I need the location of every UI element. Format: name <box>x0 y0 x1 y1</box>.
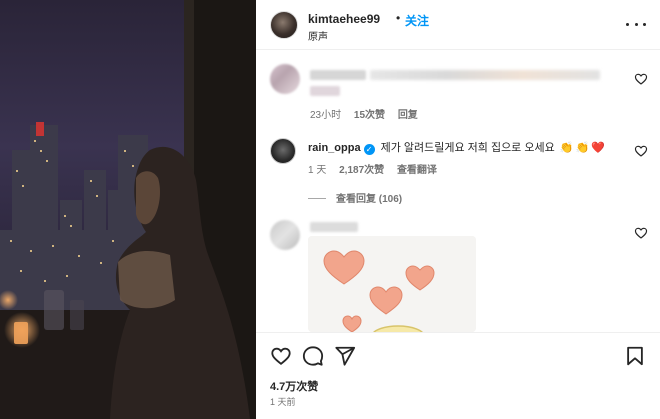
heart-outline-icon[interactable] <box>634 226 648 240</box>
separator-dot: • <box>396 11 401 25</box>
post-actions: 4.7万次赞 1 天前 <box>256 332 660 419</box>
post-header: kimtaehee99 • 关注 原声 <box>256 0 660 50</box>
audio-label[interactable]: 原声 <box>308 28 328 43</box>
clap-emoji-icon: 👏 <box>559 142 574 154</box>
blurred-comment-text-line2 <box>310 86 340 96</box>
blurred-username <box>310 70 366 80</box>
red-heart-emoji-icon: ❤️ <box>591 142 605 154</box>
post-like-count[interactable]: 4.7万次赞 <box>270 378 318 394</box>
comment-time: 1 天 <box>308 165 327 176</box>
heart-outline-icon[interactable] <box>634 144 648 158</box>
bookmark-icon[interactable] <box>624 345 646 367</box>
reply-button[interactable]: 回复 <box>398 110 418 121</box>
clap-emoji-icon: 👏 <box>575 142 590 154</box>
post-timestamp[interactable]: 1 天前 <box>270 395 296 408</box>
replies-divider <box>308 198 326 199</box>
comment-likes[interactable]: 2,187次赞 <box>339 165 384 176</box>
commenter-avatar[interactable] <box>270 64 300 94</box>
comment-meta: 23小时 15次赞 回复 <box>310 106 428 121</box>
blurred-comment-text <box>370 70 600 80</box>
comment-likes[interactable]: 15次赞 <box>354 110 385 121</box>
comment-time: 23小时 <box>310 110 342 121</box>
author-avatar[interactable] <box>270 11 298 39</box>
paper-plane-icon[interactable] <box>334 345 356 367</box>
comment-item: 23小时 15次赞 回复 <box>256 60 660 122</box>
blurred-username <box>310 222 358 232</box>
view-replies-label: 查看回复 (106) <box>336 194 403 205</box>
comment-line: rain_oppa ✓ 제가 알려드릴게요 저희 집으로 오세요 👏 👏 ❤️ <box>308 139 605 155</box>
translate-button[interactable]: 查看翻译 <box>397 165 437 176</box>
more-horizontal-icon[interactable] <box>626 16 646 32</box>
commenter-avatar[interactable] <box>270 220 300 250</box>
hearts-sticker-image[interactable] <box>308 236 476 332</box>
comment-meta: 1 天 2,187次赞 查看翻译 <box>308 161 447 176</box>
verified-badge-icon: ✓ <box>363 144 375 155</box>
comment-text: 제가 알려드릴게요 저희 집으로 오세요 <box>380 142 555 154</box>
commenter-avatar-rain-oppa[interactable] <box>270 138 296 164</box>
post-panel: kimtaehee99 • 关注 原声 23小时 15次赞 回复 rain_op… <box>256 0 660 419</box>
follow-button[interactable]: 关注 <box>405 12 429 29</box>
author-username[interactable]: kimtaehee99 <box>308 12 380 26</box>
comment-bubble-icon[interactable] <box>302 345 324 367</box>
hearts-sticker-icon <box>308 236 476 332</box>
post-photo[interactable] <box>0 0 256 419</box>
night-city-photo <box>0 0 256 419</box>
view-replies-button[interactable]: 查看回复 (106) <box>308 190 402 205</box>
heart-outline-icon[interactable] <box>270 345 292 367</box>
commenter-username[interactable]: rain_oppa <box>308 142 361 154</box>
heart-outline-icon[interactable] <box>634 72 648 86</box>
